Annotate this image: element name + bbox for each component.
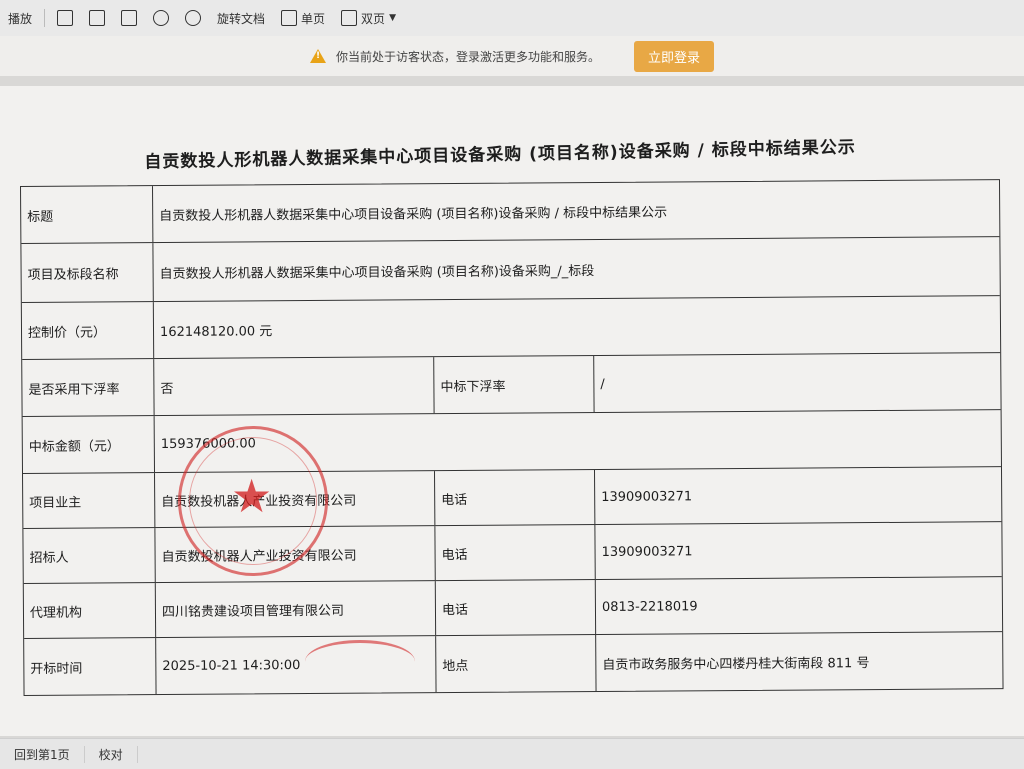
guest-notice-bar: 你当前处于访客状态，登录激活更多功能和服务。 立即登录 — [0, 36, 1024, 76]
status-bar: 回到第1页 校对 — [0, 738, 1024, 769]
fit-page-icon — [57, 10, 74, 26]
fit-width-icon — [89, 10, 106, 26]
fit-page-button[interactable] — [49, 10, 81, 26]
rotate-left-button[interactable] — [145, 10, 177, 26]
row-value: 162148120.00 元 — [159, 323, 273, 340]
row-label: 代理机构 — [23, 583, 157, 638]
single-page-icon — [281, 10, 298, 26]
row-value: 四川铭贵建设项目管理有限公司 — [155, 581, 437, 638]
partial-seal — [305, 640, 415, 683]
row-value-2: 自贡市政务服务中心四楼丹桂大街南段 811 号 — [602, 655, 870, 673]
table-row: 中标金额（元） 159376000.00 — [22, 410, 1001, 474]
toolbar-item-label: 旋转文档 — [217, 11, 266, 26]
row-label: 标题 — [21, 186, 154, 243]
table-row: 项目业主 自贡数投机器人产业投资有限公司 电话 13909003271 — [23, 467, 1002, 529]
result-table: 标题 自贡数投人形机器人数据采集中心项目设备采购 (项目名称)设备采购 / 标段… — [20, 179, 1004, 696]
document-page: 自贡数投人形机器人数据采集中心项目设备采购 (项目名称)设备采购 / 标段中标结… — [0, 86, 1024, 736]
warning-icon — [309, 49, 326, 63]
table-row: 标题 自贡数投人形机器人数据采集中心项目设备采购 (项目名称)设备采购 / 标段… — [21, 180, 1000, 244]
row-value-2: / — [600, 376, 605, 392]
guest-notice-text: 你当前处于访客状态，登录激活更多功能和服务。 — [335, 49, 600, 64]
actual-size-button[interactable] — [113, 10, 145, 26]
row-label: 招标人 — [23, 528, 156, 583]
toolbar-separator — [44, 9, 46, 27]
single-page-button[interactable]: 单页 — [273, 10, 333, 27]
row-value: 自贡数投人形机器人数据采集中心项目设备采购 (项目名称)设备采购_/_标段 — [159, 263, 595, 282]
row-label: 中标金额（元） — [22, 416, 156, 473]
row-label-2: 电话 — [435, 524, 596, 581]
row-label-2: 中标下浮率 — [434, 355, 595, 414]
toolbar-item-label: 单页 — [301, 11, 326, 26]
row-label: 控制价（元） — [21, 302, 155, 359]
row-label-2: 地点 — [436, 634, 597, 693]
row-value: 自贡数投人形机器人数据采集中心项目设备采购 (项目名称)设备采购 / 标段中标结… — [159, 204, 668, 224]
rotate-right-button[interactable] — [177, 10, 209, 26]
row-value: 否 — [154, 357, 435, 416]
fit-width-button[interactable] — [81, 10, 113, 26]
actual-size-icon — [121, 10, 138, 26]
viewer-toolbar: 播放 旋转文档 单页 双页 ▼ — [0, 0, 1024, 37]
document-title: 自贡数投人形机器人数据采集中心项目设备采购 (项目名称)设备采购 / 标段中标结… — [144, 137, 856, 173]
row-label: 项目及标段名称 — [21, 243, 154, 302]
table-row: 代理机构 四川铭贵建设项目管理有限公司 电话 0813-2218019 — [23, 577, 1003, 639]
row-value-2: 13909003271 — [601, 488, 693, 505]
rotate-right-icon — [185, 10, 202, 26]
table-row: 开标时间 2025-10-21 14:30:00 地点 自贡市政务服务中心四楼丹… — [24, 632, 1002, 695]
back-to-first-page-button[interactable]: 回到第1页 — [0, 745, 85, 763]
play-button[interactable]: 播放 — [0, 10, 40, 27]
toolbar-item-label: 播放 — [8, 11, 33, 26]
row-label: 开标时间 — [24, 638, 157, 695]
row-label-2: 电话 — [435, 579, 597, 636]
double-page-button[interactable]: 双页 ▼ — [333, 10, 404, 27]
table-row: 项目及标段名称 自贡数投人形机器人数据采集中心项目设备采购 (项目名称)设备采购… — [21, 237, 1000, 303]
table-row: 是否采用下浮率 否 中标下浮率 / — [22, 353, 1001, 417]
row-label: 项目业主 — [23, 473, 156, 528]
table-row: 招标人 自贡数投机器人产业投资有限公司 电话 13909003271 — [23, 522, 1002, 584]
chevron-down-icon: ▼ — [389, 13, 396, 23]
table-row: 控制价（元） 162148120.00 元 — [21, 296, 1001, 360]
row-label: 是否采用下浮率 — [22, 359, 155, 416]
rotate-left-icon — [153, 10, 170, 26]
toolbar-item-label: 双页 — [361, 11, 386, 26]
double-page-icon — [341, 10, 358, 26]
row-label-2: 电话 — [435, 469, 596, 526]
seal-star-icon: ★ — [231, 469, 273, 523]
company-seal: ★ — [178, 426, 328, 576]
rotate-doc-button[interactable]: 旋转文档 — [209, 10, 273, 27]
row-value-2: 13909003271 — [601, 543, 693, 560]
login-button[interactable]: 立即登录 — [634, 40, 715, 72]
proofread-button[interactable]: 校对 — [85, 745, 138, 763]
row-value-2: 0813-2218019 — [601, 598, 698, 615]
